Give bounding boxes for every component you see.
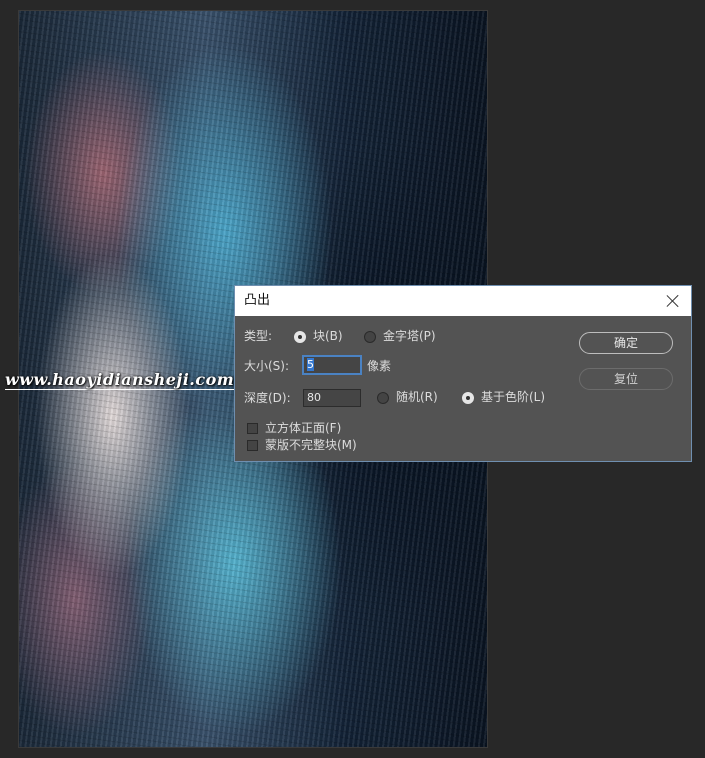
type-label: 类型: (244, 329, 273, 343)
extrude-dialog: 凸出 类型: 块(B) 金字塔(P) 大小(S): 5 像素 深度(D): 80… (234, 285, 692, 462)
radio-blocks-label[interactable]: 块(B) (313, 329, 343, 343)
size-input[interactable]: 5 (303, 356, 361, 374)
radio-level-based[interactable] (462, 392, 474, 404)
dialog-title: 凸出 (244, 293, 271, 308)
checkbox-mask-incomplete[interactable] (247, 440, 258, 451)
size-value: 5 (307, 358, 314, 371)
close-icon[interactable] (664, 292, 682, 310)
depth-input[interactable]: 80 (303, 389, 361, 407)
radio-pyramids-label[interactable]: 金字塔(P) (383, 329, 436, 343)
ok-button[interactable]: 确定 (579, 332, 673, 354)
radio-random-label[interactable]: 随机(R) (396, 390, 438, 404)
depth-value: 80 (307, 391, 321, 404)
depth-label: 深度(D): (244, 391, 291, 405)
checkbox-mask-incomplete-label[interactable]: 蒙版不完整块(M) (265, 438, 357, 452)
checkbox-solid-front-faces[interactable] (247, 423, 258, 434)
watermark-text: www.haoyidiansheji.com (5, 370, 235, 390)
radio-blocks[interactable] (294, 331, 306, 343)
checkbox-solid-front-faces-label[interactable]: 立方体正面(F) (265, 421, 341, 435)
reset-button[interactable]: 复位 (579, 368, 673, 390)
dialog-titlebar: 凸出 (235, 286, 691, 316)
radio-random[interactable] (377, 392, 389, 404)
size-unit: 像素 (367, 359, 392, 373)
radio-level-based-label[interactable]: 基于色阶(L) (481, 390, 545, 404)
radio-pyramids[interactable] (364, 331, 376, 343)
size-label: 大小(S): (244, 359, 290, 373)
